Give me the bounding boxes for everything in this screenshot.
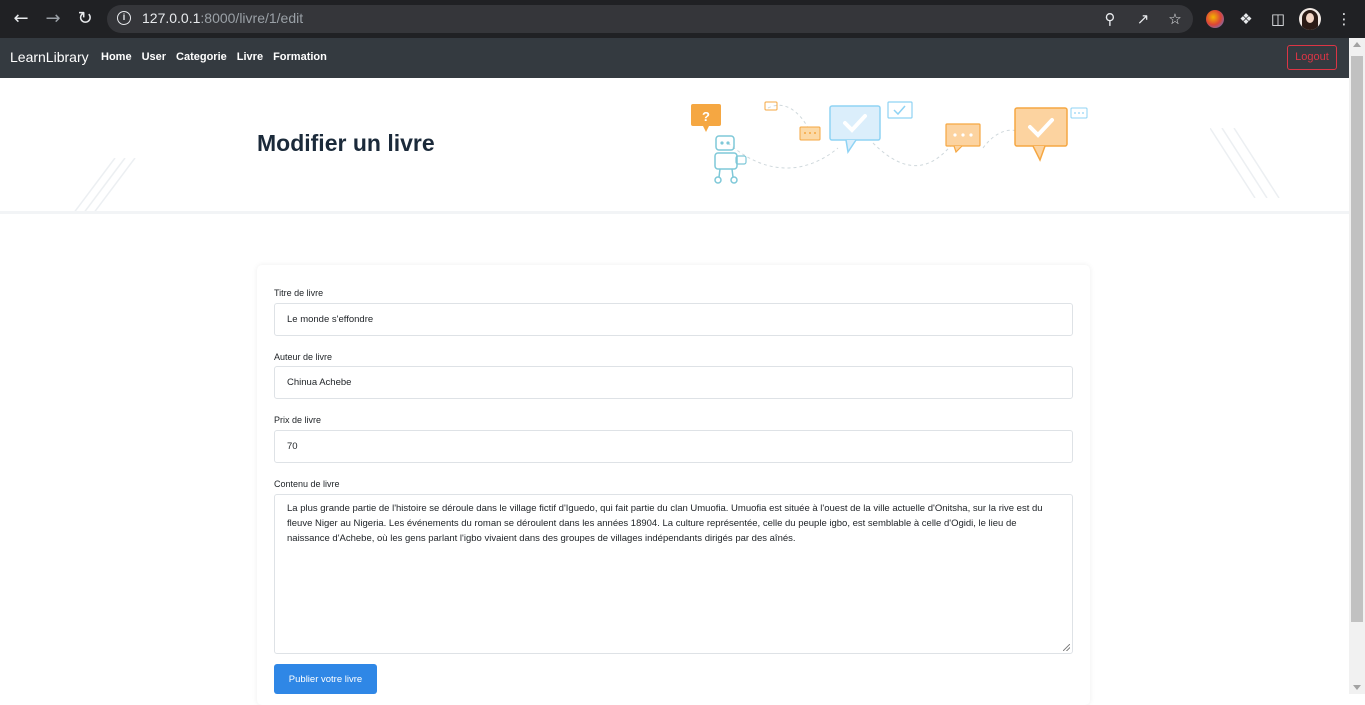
- browser-toolbar: ← → ↻ i 127.0.0.1:8000/livre/1/edit ⚲ ↗ …: [0, 0, 1365, 38]
- page-scrollbar[interactable]: [1349, 38, 1365, 694]
- publish-button[interactable]: Publier votre livre: [274, 664, 377, 694]
- url-host: 127.0.0.1: [142, 10, 201, 26]
- author-label: Auteur de livre: [274, 352, 333, 362]
- app-navbar: LearnLibrary Home User Categorie Livre F…: [0, 38, 1349, 78]
- back-arrow-icon[interactable]: ←: [9, 7, 33, 31]
- nav-link-home[interactable]: Home: [101, 51, 132, 63]
- price-label: Prix de livre: [274, 415, 322, 425]
- price-input[interactable]: 70: [274, 430, 1073, 463]
- puzzle-extensions-icon[interactable]: ❖: [1235, 8, 1257, 30]
- scroll-up-icon[interactable]: [1353, 42, 1361, 47]
- nav-links: Home User Categorie Livre Formation: [101, 51, 337, 63]
- bookmark-star-icon[interactable]: ☆: [1165, 9, 1185, 29]
- scroll-down-icon[interactable]: [1353, 685, 1361, 690]
- decorative-lines-left: [74, 158, 136, 211]
- chat-bubbles-illustration: ?: [691, 101, 1088, 184]
- side-panel-icon[interactable]: ◫: [1267, 8, 1289, 30]
- title-label: Titre de livre: [274, 288, 324, 298]
- decorative-lines-right: [1210, 128, 1280, 198]
- url-path: :8000/livre/1/edit: [200, 10, 304, 26]
- page-header: Modifier un livre ?: [0, 78, 1349, 214]
- reload-icon[interactable]: ↻: [73, 7, 97, 31]
- brand-logo[interactable]: LearnLibrary: [10, 49, 89, 65]
- menu-kebab-icon[interactable]: ⋮: [1333, 8, 1355, 30]
- title-input[interactable]: Le monde s'effondre: [274, 303, 1073, 336]
- site-info-icon[interactable]: i: [117, 11, 131, 25]
- content-label: Contenu de livre: [274, 479, 340, 489]
- extension-icon[interactable]: [1206, 10, 1224, 28]
- logout-button[interactable]: Logout: [1287, 45, 1337, 70]
- svg-text:?: ?: [702, 109, 710, 124]
- forward-arrow-icon[interactable]: →: [41, 7, 65, 31]
- zoom-icon[interactable]: ⚲: [1100, 9, 1120, 29]
- nav-link-livre[interactable]: Livre: [237, 51, 263, 63]
- profile-avatar[interactable]: [1299, 8, 1321, 30]
- author-input[interactable]: Chinua Achebe: [274, 366, 1073, 399]
- edit-book-form-card: Titre de livre Le monde s'effondre Auteu…: [257, 265, 1090, 705]
- share-icon[interactable]: ↗: [1133, 9, 1153, 29]
- scrollbar-thumb[interactable]: [1351, 56, 1363, 622]
- address-url[interactable]: 127.0.0.1:8000/livre/1/edit: [142, 10, 303, 26]
- nav-link-user[interactable]: User: [142, 51, 166, 63]
- content-textarea[interactable]: La plus grande partie de l'histoire se d…: [274, 494, 1073, 654]
- nav-link-categorie[interactable]: Categorie: [176, 51, 227, 63]
- content-text: La plus grande partie de l'histoire se d…: [287, 503, 1043, 544]
- resize-handle-icon[interactable]: [1063, 644, 1070, 651]
- page-title: Modifier un livre: [257, 130, 435, 156]
- address-bar[interactable]: i 127.0.0.1:8000/livre/1/edit ⚲ ↗ ☆: [107, 5, 1193, 33]
- nav-link-formation[interactable]: Formation: [273, 51, 327, 63]
